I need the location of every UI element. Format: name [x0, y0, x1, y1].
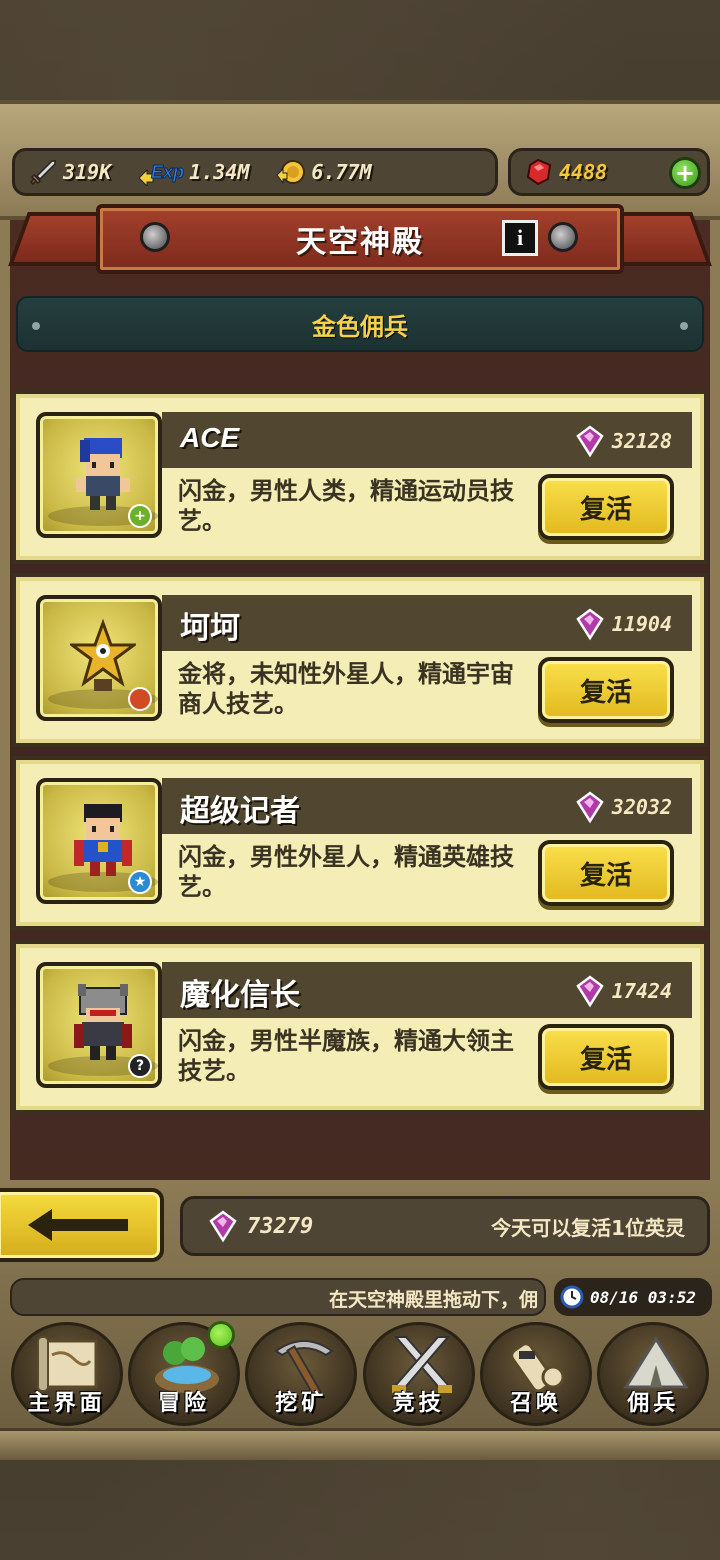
hero-name-strip: ACE 32128	[162, 412, 692, 468]
nav-adventure[interactable]: 冒险	[127, 1321, 240, 1426]
page-title: 天空神殿	[296, 225, 424, 260]
soul-gem-icon	[576, 425, 604, 458]
news-ticker: 在天空神殿里拖动下，佣	[10, 1278, 546, 1316]
add-gems-button[interactable]: +	[669, 157, 701, 189]
star-alien-sprite-icon	[70, 618, 136, 691]
nav-arena[interactable]: 竞技	[362, 1322, 475, 1426]
hero-portrait[interactable]: +	[36, 412, 162, 538]
hero-description: 金将，未知性外星人，精通宇宙商人技艺。	[178, 660, 514, 718]
soul-gem-icon	[576, 791, 604, 824]
red-gem-icon	[523, 156, 555, 188]
hero-price-value: 32128	[611, 429, 672, 453]
hero-name: 魔化信长	[180, 978, 300, 1013]
back-button[interactable]	[0, 1188, 164, 1262]
hero-price: 17424	[574, 974, 672, 1008]
hero-name: 超级记者	[180, 794, 300, 829]
hero-card[interactable]: ★ 超级记者 32032 闪金，男性外星人，精通英雄技艺。 复活	[12, 756, 708, 930]
hero-name: 坷坷	[180, 611, 240, 646]
soul-gem-icon	[209, 1210, 237, 1243]
gold-coin-icon	[275, 156, 307, 188]
plus-badge-icon: +	[128, 504, 152, 528]
hero-portrait[interactable]	[36, 595, 162, 721]
gold-value: 6.77M	[311, 160, 372, 184]
nav-label: 主界面	[27, 1391, 106, 1416]
gold-resource: 6.77M	[275, 156, 372, 188]
clock: 08/16 03:52	[554, 1278, 712, 1316]
revive-limit-message: 今天可以复活1位英灵	[491, 1215, 685, 1240]
hero-card[interactable]: + ACE 32128 闪金，男性人类，精通运动员技艺。 复活	[12, 390, 708, 564]
attack-value: 319K	[63, 160, 112, 184]
ticker-text: 在天空神殿里拖动下，佣	[328, 1289, 538, 1311]
hero-card[interactable]: ? 魔化信长 17424 闪金，男性半魔族，精通大领主技艺。 复活	[12, 940, 708, 1114]
category-title: 金色佣兵	[312, 312, 408, 341]
nav-label: 挖矿	[275, 1391, 328, 1416]
gem-value: 4488	[559, 160, 608, 184]
svg-text:Exp: Exp	[151, 162, 184, 182]
clock-icon	[560, 1285, 584, 1309]
soul-total: 73279	[247, 1213, 314, 1239]
soul-gem-icon	[576, 975, 604, 1008]
hero-name-strip: 魔化信长 17424	[162, 962, 692, 1018]
attack-resource: 319K	[27, 156, 111, 188]
nav-mercenary[interactable]: 佣兵	[597, 1322, 710, 1426]
nav-label: 召唤	[509, 1391, 562, 1416]
hero-price: 32032	[574, 790, 672, 824]
star-badge-icon: ★	[128, 870, 152, 894]
hero-description: 闪金，男性人类，精通运动员技艺。	[178, 477, 514, 535]
hero-portrait[interactable]: ★	[36, 778, 162, 904]
hero-name-strip: 坷坷 11904	[162, 595, 692, 651]
nav-mining[interactable]: 挖矿	[245, 1322, 358, 1426]
soul-gem-icon	[576, 608, 604, 641]
hero-price: 32128	[574, 424, 672, 458]
revive-button[interactable]: 复活	[538, 657, 674, 723]
revive-button[interactable]: 复活	[538, 474, 674, 540]
resource-bar: 319K Exp 1.34M 6.77M	[12, 148, 498, 196]
hero-price: 11904	[574, 607, 672, 641]
notification-dot	[206, 1321, 235, 1349]
nav-label: 竞技	[392, 1391, 445, 1416]
nav-label: 佣兵	[627, 1391, 680, 1416]
exp-resource: Exp 1.34M	[137, 156, 249, 188]
exp-value: 1.34M	[189, 160, 250, 184]
bottom-nav: 主界面 冒险 挖矿 竞技 召唤 佣兵	[0, 1316, 720, 1426]
banner-stud-left-icon	[140, 222, 170, 252]
category-bar: 金色佣兵	[16, 296, 704, 352]
hero-portrait[interactable]: ?	[36, 962, 162, 1088]
bottom-strip	[0, 1428, 720, 1460]
exp-icon: Exp	[137, 156, 185, 188]
hero-price-value: 17424	[611, 979, 672, 1003]
hero-card[interactable]: 坷坷 11904 金将，未知性外星人，精通宇宙商人技艺。 复活	[12, 573, 708, 747]
key-badge-icon	[128, 687, 152, 711]
hero-description: 闪金，男性半魔族，精通大领主技艺。	[178, 1027, 514, 1085]
gem-resource: 4488	[523, 156, 607, 188]
sword-icon	[27, 156, 59, 188]
nav-summon[interactable]: 召唤	[479, 1322, 592, 1426]
question-badge-icon: ?	[128, 1054, 152, 1078]
ace-sprite-icon	[76, 438, 130, 510]
revive-button[interactable]: 复活	[538, 840, 674, 906]
gem-bar: 4488 +	[508, 148, 710, 196]
reporter-sprite-icon	[74, 804, 132, 876]
hero-name: ACE	[180, 422, 240, 453]
hero-name-strip: 超级记者 32032	[162, 778, 692, 834]
bar-rivet-left	[32, 322, 40, 330]
bar-rivet-right	[680, 322, 688, 330]
hero-description: 闪金，男性外星人，精通英雄技艺。	[178, 843, 514, 901]
hero-price-value: 32032	[611, 795, 672, 819]
info-button[interactable]: i	[502, 220, 538, 256]
hero-price-value: 11904	[611, 612, 672, 636]
nav-main[interactable]: 主界面	[10, 1322, 123, 1426]
soul-info-bar: 73279 今天可以复活1位英灵	[180, 1196, 710, 1256]
nav-label: 冒险	[157, 1391, 210, 1416]
demon-lord-sprite-icon	[74, 984, 132, 1060]
datetime: 08/16 03:52	[590, 1287, 696, 1307]
banner-stud-right-icon	[548, 222, 578, 252]
revive-button[interactable]: 复活	[538, 1024, 674, 1090]
back-arrow-icon	[28, 1209, 128, 1241]
title-banner: 天空神殿	[96, 204, 624, 274]
